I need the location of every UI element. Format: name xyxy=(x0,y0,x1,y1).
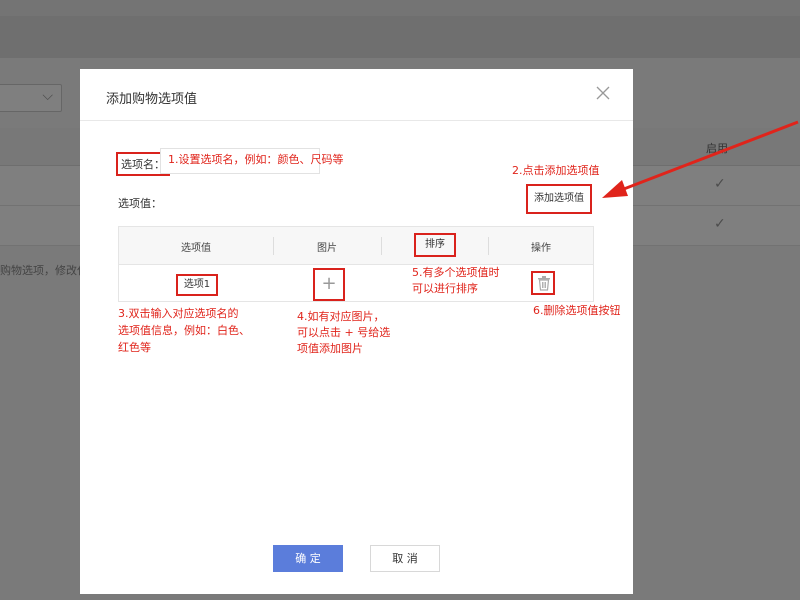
add-option-value-button[interactable]: 添加选项值 xyxy=(526,184,592,214)
annotation-2: 2.点击添加选项值 xyxy=(512,164,600,177)
header-actions: 操作 xyxy=(531,243,551,254)
annotation-4-line-2: 可以点击 + 号给选 xyxy=(297,326,391,339)
option-values-table: 选项值 图片 排序 操作 选项1 + xyxy=(118,226,594,302)
dialog-title: 添加购物选项值 xyxy=(106,92,198,107)
add-image-button[interactable]: + xyxy=(313,268,345,301)
confirm-button[interactable]: 确 定 xyxy=(273,545,343,572)
cancel-button[interactable]: 取 消 xyxy=(370,545,440,572)
annotation-3-line-3: 红色等 xyxy=(118,341,151,354)
header-option-value: 选项值 xyxy=(181,243,211,254)
trash-icon[interactable] xyxy=(531,271,555,295)
annotation-6: 6.删除选项值按钮 xyxy=(533,304,621,317)
annotation-1: 1.设置选项名，例如：颜色、尺码等 xyxy=(168,153,344,166)
annotation-arrow-icon xyxy=(602,120,799,198)
table-header: 选项值 图片 排序 操作 xyxy=(119,227,593,265)
header-sort[interactable]: 排序 xyxy=(414,233,456,257)
annotation-5-line-2: 可以进行排序 xyxy=(412,282,478,295)
add-option-value-dialog: 添加购物选项值 选项名： 1.设置选项名，例如：颜色、尺码等 2.点击添加选项值… xyxy=(80,69,633,594)
header-divider xyxy=(488,237,489,255)
annotation-3-line-2: 选项值信息，例如：白色、 xyxy=(118,324,250,337)
annotation-4-line-3: 项值添加图片 xyxy=(297,342,363,355)
header-divider xyxy=(273,237,274,255)
annotation-3-line-1: 3.双击输入对应选项名的 xyxy=(118,307,239,320)
close-icon[interactable] xyxy=(593,83,613,103)
dialog-header: 添加购物选项值 xyxy=(80,69,633,121)
header-divider xyxy=(381,237,382,255)
option-value-cell[interactable]: 选项1 xyxy=(176,274,218,296)
option-value-label: 选项值： xyxy=(118,197,162,210)
annotation-5-line-1: 5.有多个选项值时 xyxy=(412,266,500,279)
annotation-4-line-1: 4.如有对应图片， xyxy=(297,310,385,323)
header-image: 图片 xyxy=(317,243,337,254)
